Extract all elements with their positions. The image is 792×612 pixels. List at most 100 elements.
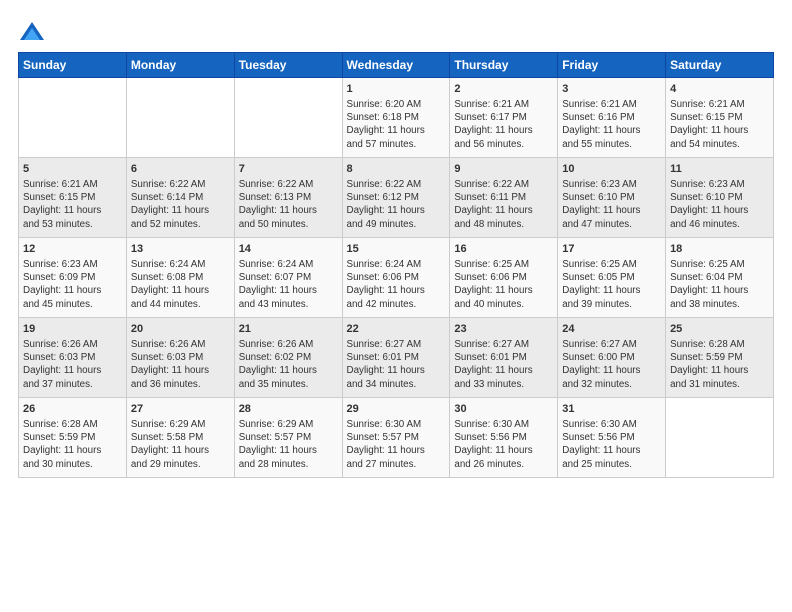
weekday-header-row: SundayMondayTuesdayWednesdayThursdayFrid… xyxy=(19,53,774,78)
day-info: Sunrise: 6:26 AM Sunset: 6:03 PM Dayligh… xyxy=(23,338,122,391)
day-info: Sunrise: 6:30 AM Sunset: 5:56 PM Dayligh… xyxy=(454,418,553,471)
calendar-cell: 21Sunrise: 6:26 AM Sunset: 6:02 PM Dayli… xyxy=(234,318,342,398)
day-number: 26 xyxy=(23,402,122,417)
day-number: 18 xyxy=(670,242,769,257)
calendar-cell: 31Sunrise: 6:30 AM Sunset: 5:56 PM Dayli… xyxy=(558,398,666,478)
week-row-4: 19Sunrise: 6:26 AM Sunset: 6:03 PM Dayli… xyxy=(19,318,774,398)
calendar-cell xyxy=(666,398,774,478)
day-info: Sunrise: 6:29 AM Sunset: 5:58 PM Dayligh… xyxy=(131,418,230,471)
weekday-saturday: Saturday xyxy=(666,53,774,78)
day-number: 23 xyxy=(454,322,553,337)
day-number: 11 xyxy=(670,162,769,177)
day-info: Sunrise: 6:24 AM Sunset: 6:08 PM Dayligh… xyxy=(131,258,230,311)
day-number: 19 xyxy=(23,322,122,337)
calendar-cell: 6Sunrise: 6:22 AM Sunset: 6:14 PM Daylig… xyxy=(126,158,234,238)
calendar-cell: 14Sunrise: 6:24 AM Sunset: 6:07 PM Dayli… xyxy=(234,238,342,318)
day-number: 12 xyxy=(23,242,122,257)
day-info: Sunrise: 6:28 AM Sunset: 5:59 PM Dayligh… xyxy=(23,418,122,471)
day-info: Sunrise: 6:23 AM Sunset: 6:10 PM Dayligh… xyxy=(562,178,661,231)
week-row-3: 12Sunrise: 6:23 AM Sunset: 6:09 PM Dayli… xyxy=(19,238,774,318)
day-number: 29 xyxy=(347,402,446,417)
day-number: 8 xyxy=(347,162,446,177)
calendar-cell: 13Sunrise: 6:24 AM Sunset: 6:08 PM Dayli… xyxy=(126,238,234,318)
logo-icon xyxy=(18,18,46,46)
day-info: Sunrise: 6:27 AM Sunset: 6:01 PM Dayligh… xyxy=(347,338,446,391)
day-number: 1 xyxy=(347,82,446,97)
day-number: 30 xyxy=(454,402,553,417)
calendar-cell: 24Sunrise: 6:27 AM Sunset: 6:00 PM Dayli… xyxy=(558,318,666,398)
calendar-cell: 10Sunrise: 6:23 AM Sunset: 6:10 PM Dayli… xyxy=(558,158,666,238)
day-info: Sunrise: 6:25 AM Sunset: 6:05 PM Dayligh… xyxy=(562,258,661,311)
page: SundayMondayTuesdayWednesdayThursdayFrid… xyxy=(0,0,792,612)
calendar-cell: 16Sunrise: 6:25 AM Sunset: 6:06 PM Dayli… xyxy=(450,238,558,318)
day-number: 17 xyxy=(562,242,661,257)
calendar-cell: 20Sunrise: 6:26 AM Sunset: 6:03 PM Dayli… xyxy=(126,318,234,398)
calendar-cell: 15Sunrise: 6:24 AM Sunset: 6:06 PM Dayli… xyxy=(342,238,450,318)
calendar-header: SundayMondayTuesdayWednesdayThursdayFrid… xyxy=(19,53,774,78)
week-row-2: 5Sunrise: 6:21 AM Sunset: 6:15 PM Daylig… xyxy=(19,158,774,238)
day-info: Sunrise: 6:27 AM Sunset: 6:01 PM Dayligh… xyxy=(454,338,553,391)
day-info: Sunrise: 6:22 AM Sunset: 6:14 PM Dayligh… xyxy=(131,178,230,231)
weekday-thursday: Thursday xyxy=(450,53,558,78)
day-info: Sunrise: 6:27 AM Sunset: 6:00 PM Dayligh… xyxy=(562,338,661,391)
calendar-cell: 29Sunrise: 6:30 AM Sunset: 5:57 PM Dayli… xyxy=(342,398,450,478)
day-number: 10 xyxy=(562,162,661,177)
weekday-monday: Monday xyxy=(126,53,234,78)
calendar-cell: 7Sunrise: 6:22 AM Sunset: 6:13 PM Daylig… xyxy=(234,158,342,238)
calendar-cell: 18Sunrise: 6:25 AM Sunset: 6:04 PM Dayli… xyxy=(666,238,774,318)
day-info: Sunrise: 6:29 AM Sunset: 5:57 PM Dayligh… xyxy=(239,418,338,471)
calendar-cell: 19Sunrise: 6:26 AM Sunset: 6:03 PM Dayli… xyxy=(19,318,127,398)
calendar-cell xyxy=(234,78,342,158)
week-row-1: 1Sunrise: 6:20 AM Sunset: 6:18 PM Daylig… xyxy=(19,78,774,158)
day-number: 6 xyxy=(131,162,230,177)
calendar: SundayMondayTuesdayWednesdayThursdayFrid… xyxy=(18,52,774,478)
day-number: 28 xyxy=(239,402,338,417)
calendar-cell xyxy=(126,78,234,158)
calendar-cell xyxy=(19,78,127,158)
day-number: 16 xyxy=(454,242,553,257)
day-number: 3 xyxy=(562,82,661,97)
day-info: Sunrise: 6:22 AM Sunset: 6:12 PM Dayligh… xyxy=(347,178,446,231)
calendar-cell: 3Sunrise: 6:21 AM Sunset: 6:16 PM Daylig… xyxy=(558,78,666,158)
day-info: Sunrise: 6:22 AM Sunset: 6:11 PM Dayligh… xyxy=(454,178,553,231)
calendar-cell: 9Sunrise: 6:22 AM Sunset: 6:11 PM Daylig… xyxy=(450,158,558,238)
day-number: 22 xyxy=(347,322,446,337)
day-number: 20 xyxy=(131,322,230,337)
day-number: 31 xyxy=(562,402,661,417)
day-number: 9 xyxy=(454,162,553,177)
day-number: 4 xyxy=(670,82,769,97)
day-number: 21 xyxy=(239,322,338,337)
day-number: 24 xyxy=(562,322,661,337)
calendar-cell: 26Sunrise: 6:28 AM Sunset: 5:59 PM Dayli… xyxy=(19,398,127,478)
day-info: Sunrise: 6:26 AM Sunset: 6:03 PM Dayligh… xyxy=(131,338,230,391)
day-info: Sunrise: 6:23 AM Sunset: 6:10 PM Dayligh… xyxy=(670,178,769,231)
day-info: Sunrise: 6:24 AM Sunset: 6:07 PM Dayligh… xyxy=(239,258,338,311)
calendar-cell: 2Sunrise: 6:21 AM Sunset: 6:17 PM Daylig… xyxy=(450,78,558,158)
calendar-cell: 8Sunrise: 6:22 AM Sunset: 6:12 PM Daylig… xyxy=(342,158,450,238)
calendar-cell: 23Sunrise: 6:27 AM Sunset: 6:01 PM Dayli… xyxy=(450,318,558,398)
day-info: Sunrise: 6:25 AM Sunset: 6:06 PM Dayligh… xyxy=(454,258,553,311)
day-info: Sunrise: 6:26 AM Sunset: 6:02 PM Dayligh… xyxy=(239,338,338,391)
header xyxy=(18,18,774,46)
calendar-cell: 12Sunrise: 6:23 AM Sunset: 6:09 PM Dayli… xyxy=(19,238,127,318)
weekday-sunday: Sunday xyxy=(19,53,127,78)
day-info: Sunrise: 6:22 AM Sunset: 6:13 PM Dayligh… xyxy=(239,178,338,231)
day-number: 15 xyxy=(347,242,446,257)
calendar-cell: 30Sunrise: 6:30 AM Sunset: 5:56 PM Dayli… xyxy=(450,398,558,478)
day-info: Sunrise: 6:25 AM Sunset: 6:04 PM Dayligh… xyxy=(670,258,769,311)
calendar-body: 1Sunrise: 6:20 AM Sunset: 6:18 PM Daylig… xyxy=(19,78,774,478)
day-info: Sunrise: 6:30 AM Sunset: 5:57 PM Dayligh… xyxy=(347,418,446,471)
day-info: Sunrise: 6:24 AM Sunset: 6:06 PM Dayligh… xyxy=(347,258,446,311)
day-info: Sunrise: 6:21 AM Sunset: 6:17 PM Dayligh… xyxy=(454,98,553,151)
calendar-cell: 11Sunrise: 6:23 AM Sunset: 6:10 PM Dayli… xyxy=(666,158,774,238)
day-number: 2 xyxy=(454,82,553,97)
logo xyxy=(18,18,50,46)
day-number: 14 xyxy=(239,242,338,257)
day-number: 25 xyxy=(670,322,769,337)
calendar-cell: 25Sunrise: 6:28 AM Sunset: 5:59 PM Dayli… xyxy=(666,318,774,398)
calendar-cell: 22Sunrise: 6:27 AM Sunset: 6:01 PM Dayli… xyxy=(342,318,450,398)
calendar-cell: 5Sunrise: 6:21 AM Sunset: 6:15 PM Daylig… xyxy=(19,158,127,238)
weekday-tuesday: Tuesday xyxy=(234,53,342,78)
calendar-cell: 1Sunrise: 6:20 AM Sunset: 6:18 PM Daylig… xyxy=(342,78,450,158)
day-number: 7 xyxy=(239,162,338,177)
